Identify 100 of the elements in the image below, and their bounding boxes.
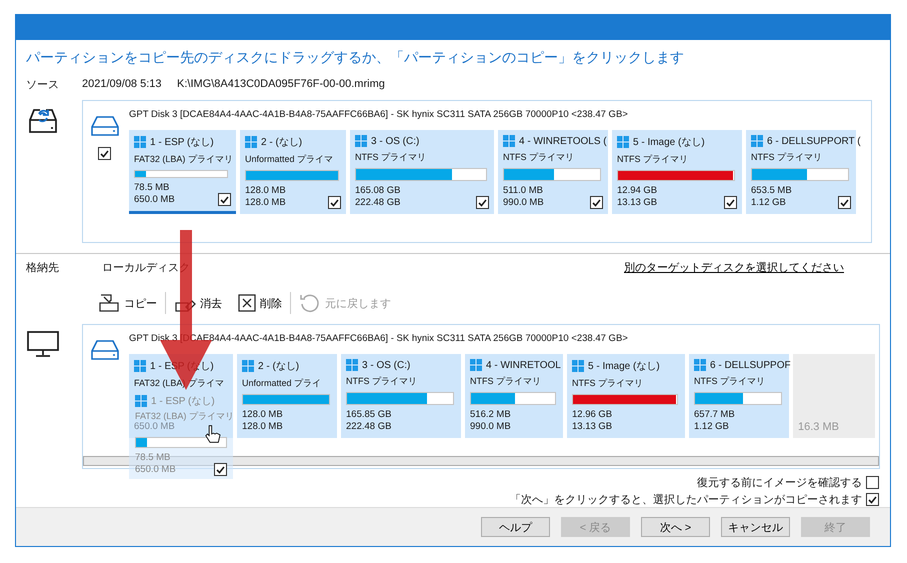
partition-card[interactable]: 2 - (なし) Unformatted プライマ 128.0 MB 128.0 MB [240,130,346,214]
partition-card[interactable]: 3 - OS (C:) NTFS プライマリ 165.85 GB 222.48 GB [341,354,461,438]
dialog-button[interactable]: ヘルプ [481,517,550,537]
source-label: ソース [26,78,60,92]
checkbox[interactable] [866,493,879,506]
hard-drive-icon [91,115,119,137]
checkbox[interactable] [98,147,111,160]
unallocated-size: 16.3 MB [798,421,840,433]
partition-title: 1 - ESP (なし) [150,136,214,149]
undo-icon [299,292,321,314]
partition-type: NTFS プライマリ [572,377,643,390]
partition-type: NTFS プライマリ [346,375,417,388]
partition-type: Unformatted プライマ [245,153,334,166]
total-size: 128.0 MB [242,421,283,433]
partition-card[interactable]: 5 - Image (なし) NTFS プライマリ 12.96 GB 13.13 GB [567,354,685,438]
checkbox[interactable] [838,196,851,209]
used-size: 653.5 MB [751,185,792,197]
partition-type: NTFS プライマリ [751,151,822,164]
checkbox[interactable] [214,463,227,476]
total-size: 13.13 GB [572,421,612,433]
used-size: 128.0 MB [242,409,283,421]
total-size: 222.48 GB [355,197,400,209]
windows-logo-icon [245,136,257,148]
delete-box-icon [238,294,256,312]
partition-title: 1 - ESP (なし) [151,395,215,408]
used-size: 12.94 GB [617,185,658,197]
partition-title: 6 - DELLSUPPORT ( [767,136,861,147]
partition-card[interactable]: 4 - WINRETOOL NTFS プライマリ 516.2 MB 990.0 MB [465,354,563,438]
windows-logo-icon [617,136,629,148]
partition-type: FAT32 (LBA) プライマリ [134,153,233,166]
partition-card[interactable]: 6 - DELLSUPPOF NTFS プライマリ 657.7 MB 1.12 GB [689,354,789,438]
hand-cursor-icon [205,425,220,443]
used-size: 12.96 GB [572,409,612,421]
used-size: 78.5 MB [134,182,170,194]
dialog-button[interactable]: 次へ > [641,517,710,537]
disk-title: GPT Disk 3 [DCAE84A4-4AAC-4A1B-B4A8-75AAFFC66BA6] - SK hynix SC311 SATA 256GB 70000P10 <238.47 GB> [129,109,628,120]
total-size: 1.12 GB [751,197,787,209]
partition-card[interactable]: 1 - ESP (なし) FAT32 (LBA) プライマリ 78.5 MB 650.0 MB [129,130,236,214]
total-size: 990.0 MB [503,197,544,209]
used-size: 165.85 GB [346,409,392,421]
used-size: 657.7 MB [694,409,735,421]
total-size: 128.0 MB [245,197,286,209]
disk-restore-icon [26,106,60,136]
checkbox[interactable] [724,196,737,209]
windows-logo-icon [355,135,367,148]
windows-logo-icon [242,360,254,372]
select-target-disk-link[interactable]: 別のターゲットディスクを選択してください [624,260,844,274]
total-size: 650.0 MB [134,421,175,433]
partition-title: 2 - (なし) [258,360,300,373]
checkbox[interactable] [476,196,489,209]
partition-title: 3 - OS (C:) [371,136,420,147]
monitor-icon [26,330,60,358]
checkbox[interactable] [866,476,879,489]
partition-type: NTFS プライマリ [617,153,688,166]
windows-logo-icon [134,136,146,148]
used-size: 516.2 MB [470,409,511,421]
partition-title: 6 - DELLSUPPOF [710,360,791,371]
image-path: K:\IMG\8A413C0DA095F76F-00-00.mrimg [177,78,385,90]
used-size: 511.0 MB [503,185,544,197]
used-size: 165.08 GB [355,185,400,197]
checkbox[interactable] [328,196,341,209]
partition-title: 3 - OS (C:) [362,360,410,371]
partition-type: FAT32 (LBA) プライマリ [135,410,234,422]
total-size: 650.0 MB [134,194,175,206]
windows-logo-icon [503,135,515,148]
windows-logo-icon [694,359,706,372]
instruction-heading: パーティションをコピー先のディスクにドラッグするか、「パーティションのコピー」をクリックします [26,48,685,67]
windows-logo-icon [346,359,358,372]
destination-label: 格納先 [26,260,60,274]
option-label: 「次へ」をクリックすると、選択したパーティションがコピーされます [510,493,862,507]
checkbox[interactable] [590,196,603,209]
partition-type: NTFS プライマリ [694,375,765,388]
windows-logo-icon [135,395,147,407]
total-size: 1.12 GB [694,421,730,433]
windows-logo-icon [470,359,482,372]
used-size: 78.5 MB [135,452,172,464]
total-size: 990.0 MB [470,421,511,433]
partition-title: 5 - Image (なし) [588,360,660,373]
dialog-button[interactable]: キャンセル [721,517,790,537]
total-size: 650.0 MB [135,464,176,476]
partition-card[interactable]: 3 - OS (C:) NTFS プライマリ 165.08 GB 222.48 GB [350,130,494,214]
partition-title: 4 - WINRETOOLS ( [519,136,607,147]
copy-button[interactable]: コピー [90,291,165,315]
partition-title: 4 - WINRETOOL [486,360,561,371]
partition-title: 2 - (なし) [261,136,302,149]
partition-type: Unformatted プライ [242,377,322,390]
hard-drive-icon [91,339,119,361]
partition-card[interactable]: 4 - WINRETOOLS ( NTFS プライマリ 511.0 MB 990.0 MB [498,130,608,214]
partition-type: NTFS プライマリ [355,151,426,164]
windows-logo-icon [572,360,584,372]
partition-type: NTFS プライマリ [503,151,574,164]
delete-button[interactable]: 削除 [230,291,290,315]
total-size: 13.13 GB [617,197,658,209]
windows-logo-icon [134,360,146,372]
partition-card[interactable]: 2 - (なし) Unformatted プライ 128.0 MB 128.0 MB [237,354,337,438]
partition-card[interactable]: 5 - Image (なし) NTFS プライマリ 12.94 GB 13.13 GB [612,130,742,214]
partition-type: NTFS プライマリ [470,375,541,388]
used-size: 128.0 MB [245,185,286,197]
checkbox[interactable] [218,193,231,206]
total-size: 222.48 GB [346,421,392,433]
